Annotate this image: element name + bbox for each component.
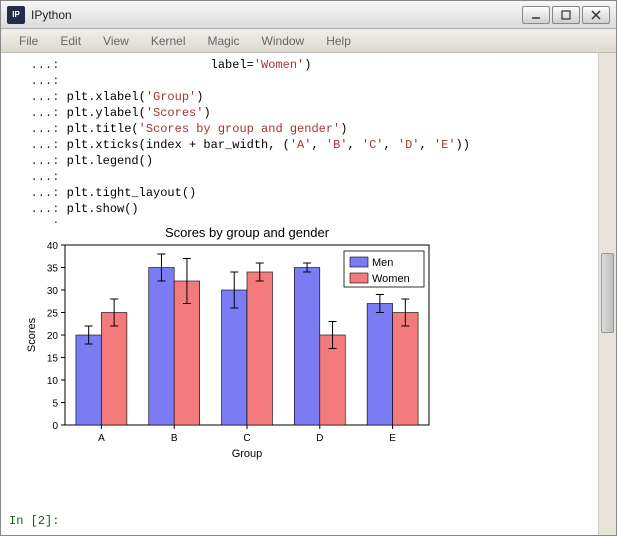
- code-line: ...: plt.tight_layout(): [9, 185, 590, 201]
- menu-view[interactable]: View: [93, 32, 139, 50]
- svg-text:30: 30: [47, 286, 59, 297]
- svg-text:A: A: [98, 433, 105, 444]
- code-line: ...: plt.show(): [9, 201, 590, 217]
- svg-text:D: D: [316, 433, 323, 444]
- close-button[interactable]: [582, 6, 610, 24]
- window-controls: [522, 6, 610, 24]
- svg-text:Group: Group: [232, 448, 263, 460]
- code-line: ...: plt.legend(): [9, 153, 590, 169]
- svg-text:10: 10: [47, 376, 59, 387]
- code-line: ...:: [9, 73, 590, 89]
- svg-text:Women: Women: [372, 273, 410, 285]
- menu-kernel[interactable]: Kernel: [141, 32, 196, 50]
- code-line: ...: label='Women'): [9, 57, 590, 73]
- svg-text:0: 0: [52, 421, 58, 432]
- svg-text:C: C: [243, 433, 250, 444]
- menubar: File Edit View Kernel Magic Window Help: [1, 29, 616, 53]
- window-title: IPython: [31, 8, 522, 22]
- minimize-button[interactable]: [522, 6, 550, 24]
- menu-magic[interactable]: Magic: [198, 32, 250, 50]
- maximize-button[interactable]: [552, 6, 580, 24]
- chart-svg: Scores by group and gender 0 5 10 15 20 25 30 35…: [21, 223, 441, 463]
- code-line: ...:: [9, 169, 590, 185]
- svg-text:35: 35: [47, 264, 59, 275]
- input-prompt[interactable]: In [2]:: [9, 513, 59, 529]
- svg-text:20: 20: [47, 331, 59, 342]
- titlebar: IP IPython: [1, 1, 616, 29]
- svg-text:Scores: Scores: [26, 317, 38, 352]
- scrollbar-thumb[interactable]: [601, 253, 614, 333]
- code-area[interactable]: ...: label='Women') ...: ...: plt.xlabel…: [1, 53, 598, 535]
- code-line: ...: plt.ylabel('Scores'): [9, 105, 590, 121]
- menu-file[interactable]: File: [9, 32, 48, 50]
- menu-window[interactable]: Window: [252, 32, 315, 50]
- app-icon: IP: [7, 6, 25, 24]
- chart: Scores by group and gender 0 5 10 15 20 25 30 35…: [21, 223, 441, 463]
- scrollbar[interactable]: [598, 53, 616, 535]
- code-line: ...: plt.title('Scores by group and gend…: [9, 121, 590, 137]
- code-line: ...: plt.xticks(index + bar_width, ('A',…: [9, 137, 590, 153]
- code-line: ...: plt.xlabel('Group'): [9, 89, 590, 105]
- content-area: ...: label='Women') ...: ...: plt.xlabel…: [1, 53, 616, 535]
- menu-edit[interactable]: Edit: [50, 32, 91, 50]
- svg-text:5: 5: [52, 399, 58, 410]
- svg-text:40: 40: [47, 241, 59, 252]
- svg-text:E: E: [389, 433, 396, 444]
- svg-text:B: B: [171, 433, 178, 444]
- svg-text:25: 25: [47, 309, 59, 320]
- svg-text:Scores by group and gender: Scores by group and gender: [165, 225, 330, 240]
- app-window: IP IPython File Edit View Kernel Magic W…: [0, 0, 617, 536]
- svg-text:15: 15: [47, 354, 59, 365]
- menu-help[interactable]: Help: [316, 32, 361, 50]
- svg-text:Men: Men: [372, 257, 393, 269]
